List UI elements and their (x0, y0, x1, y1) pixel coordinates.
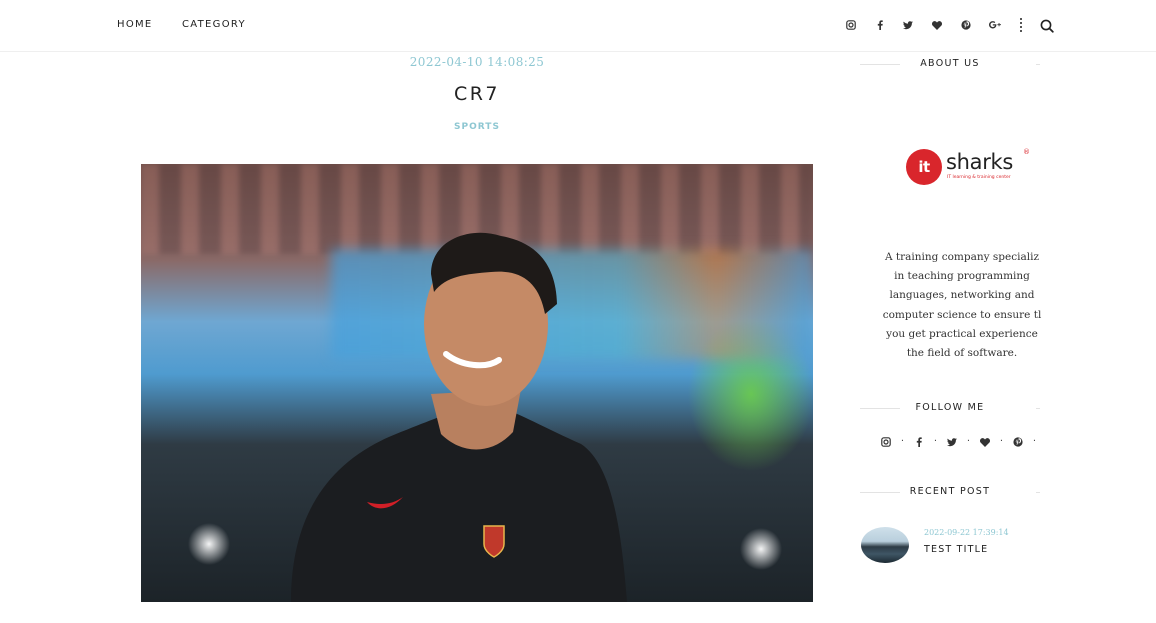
separator-dot: · (966, 436, 971, 447)
logo-registered-mark: ® (1023, 148, 1030, 156)
separator-dot: · (900, 436, 905, 447)
nav-home-link[interactable]: HOME (117, 19, 153, 30)
about-line: A training company specializ (885, 251, 1039, 263)
heading-rule-left (860, 64, 900, 65)
heading-rule-left (860, 492, 900, 493)
heart-icon[interactable] (930, 18, 944, 32)
heading-rule-left (860, 408, 900, 409)
google-plus-icon[interactable] (988, 18, 1002, 32)
separator-dot: · (999, 436, 1004, 447)
post-title: CR7 (453, 83, 501, 105)
nav-divider (1020, 18, 1024, 32)
about-us-heading: ABOUT US (860, 58, 1040, 69)
about-line: in teaching programming (894, 270, 1030, 283)
follow-me-heading: FOLLOW ME (860, 402, 1040, 413)
about-line: languages, networking and (889, 289, 1035, 302)
about-line: computer science to ensure tl (882, 308, 1042, 321)
pinterest-icon[interactable] (959, 18, 973, 32)
follow-me-heading-text: FOLLOW ME (915, 402, 985, 413)
instagram-icon[interactable] (844, 18, 858, 32)
search-icon[interactable] (1040, 18, 1054, 33)
heading-rule-right (1036, 408, 1040, 409)
pinterest-icon[interactable] (1010, 434, 1026, 450)
post-featured-image (141, 164, 813, 602)
top-navigation-bar: HOME CATEGORY (0, 0, 1156, 52)
about-line: the field of software. (906, 347, 1018, 360)
heart-icon[interactable] (977, 434, 993, 450)
separator-dot: · (933, 436, 938, 447)
facebook-icon[interactable] (873, 18, 887, 32)
recent-post-title-link[interactable]: TEST TITLE (924, 544, 988, 555)
separator-dot: · (1032, 436, 1037, 447)
facebook-icon[interactable] (911, 434, 927, 450)
player-figure (291, 232, 627, 602)
twitter-icon[interactable] (901, 18, 915, 32)
follow-social-icons: · · · · · (878, 434, 1048, 450)
post-date: 2022-04-10 14:08:25 (409, 55, 545, 69)
post-category-link[interactable]: SPORTS (141, 122, 813, 132)
recent-post-date: 2022-09-22 17:39:14 (924, 528, 1009, 537)
about-us-heading-text: ABOUT US (920, 58, 980, 69)
recent-post-heading-text: RECENT POST (909, 486, 991, 497)
instagram-icon[interactable] (878, 434, 894, 450)
logo-tagline: IT learning & training center (947, 175, 1011, 180)
logo-wordmark: sharks (946, 150, 1014, 174)
about-line: you get practical experience (886, 327, 1038, 340)
heading-rule-right (1036, 64, 1040, 65)
twitter-icon[interactable] (944, 434, 960, 450)
nav-category-link[interactable]: CATEGORY (182, 19, 246, 30)
recent-post-heading: RECENT POST (860, 486, 1040, 497)
recent-post-thumbnail[interactable] (861, 527, 909, 563)
about-description: A training company specializ in teaching… (876, 248, 1048, 363)
itsharks-logo: it sharks IT learning & training center … (906, 148, 1032, 186)
logo-mark: it (906, 149, 942, 185)
heading-rule-right (1036, 492, 1040, 493)
